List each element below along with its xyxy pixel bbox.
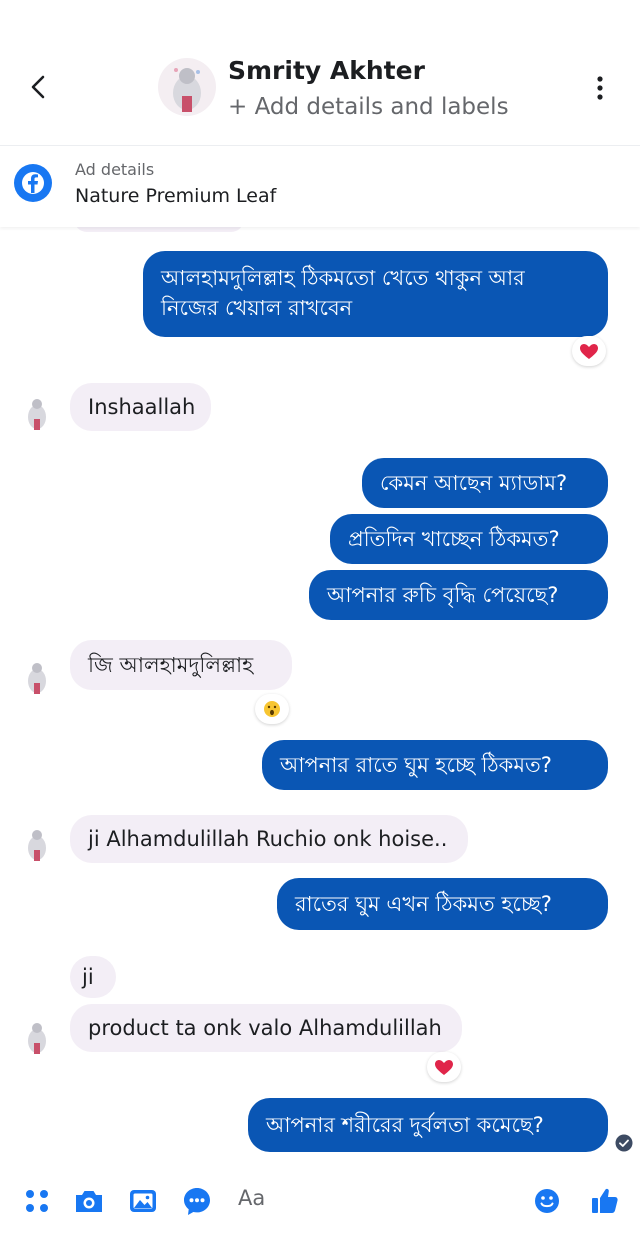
- contact-avatar-small: [28, 399, 46, 430]
- facebook-logo-icon: [14, 164, 52, 202]
- contact-name[interactable]: Smrity Akhter: [228, 56, 425, 85]
- message-composer: Aa: [0, 1170, 640, 1252]
- camera-icon[interactable]: [72, 1184, 106, 1218]
- more-options-icon[interactable]: [586, 74, 614, 102]
- message-text: ji Alhamdulillah Ruchio onk hoise..: [88, 827, 448, 851]
- message-text: আপনার রুচি বৃদ্ধি পেয়েছে?: [327, 583, 559, 607]
- heart-icon: [435, 1060, 453, 1075]
- message-line: আলহামদুলিল্লাহ ঠিকমতো খেতে থাকুন আর: [161, 266, 525, 290]
- ad-details-banner[interactable]: Ad details Nature Premium Leaf: [0, 145, 640, 227]
- message-text: Inshaallah: [88, 395, 196, 419]
- heart-reaction[interactable]: [427, 1052, 461, 1082]
- thumbs-up-icon[interactable]: [588, 1184, 622, 1218]
- outgoing-message[interactable]: আপনার রুচি বৃদ্ধি পেয়েছে?: [309, 570, 608, 620]
- contact-avatar-small: [28, 1023, 46, 1054]
- chat-bubble-icon[interactable]: [180, 1184, 214, 1218]
- back-arrow-icon[interactable]: [22, 70, 56, 104]
- incoming-message[interactable]: product ta onk valo Alhamdulillah: [70, 1004, 462, 1052]
- menu-dots-icon[interactable]: [20, 1184, 54, 1218]
- ad-product-title: Nature Premium Leaf: [75, 185, 277, 207]
- incoming-message[interactable]: জি আলহামদুলিল্লাহ: [70, 640, 292, 690]
- add-details-link[interactable]: + Add details and labels: [228, 94, 509, 120]
- ad-details-label: Ad details: [75, 160, 155, 179]
- outgoing-message[interactable]: প্রতিদিন খাচ্ছেন ঠিকমত?: [330, 514, 608, 564]
- emoji-icon[interactable]: [530, 1184, 564, 1218]
- heart-icon: [580, 344, 598, 359]
- contact-avatar-small: [28, 830, 46, 861]
- incoming-message[interactable]: Inshaallah: [70, 383, 211, 431]
- outgoing-message[interactable]: আপনার শরীরের দুর্বলতা কমেছে?: [248, 1098, 608, 1152]
- message-text: কেমন আছেন ম্যাডাম?: [380, 471, 568, 495]
- message-line: নিজের খেয়াল রাখবেন: [161, 296, 353, 320]
- message-text: জি আলহামদুলিল্লাহ: [88, 653, 254, 677]
- outgoing-message[interactable]: আলহামদুলিল্লাহ ঠিকমতো খেতে থাকুন আর নিজে…: [143, 251, 608, 337]
- outgoing-message[interactable]: রাতের ঘুম এখন ঠিকমত হচ্ছে?: [277, 878, 608, 930]
- conversation-header: Smrity Akhter + Add details and labels: [0, 0, 640, 145]
- message-input[interactable]: Aa: [226, 1178, 526, 1218]
- incoming-message[interactable]: ji Alhamdulillah Ruchio onk hoise..: [70, 815, 468, 863]
- contact-avatar-small: [28, 663, 46, 694]
- wow-emoji-icon: [264, 701, 280, 717]
- message-text: ji: [82, 965, 94, 989]
- message-text: রাতের ঘুম এখন ঠিকমত হচ্ছে?: [295, 892, 552, 916]
- outgoing-message[interactable]: কেমন আছেন ম্যাডাম?: [362, 458, 608, 508]
- wow-reaction[interactable]: [255, 694, 289, 724]
- delivered-check-icon: [615, 1134, 633, 1152]
- contact-avatar[interactable]: [158, 58, 216, 116]
- incoming-message[interactable]: ji: [70, 956, 116, 998]
- message-text: আপনার শরীরের দুর্বলতা কমেছে?: [266, 1113, 544, 1137]
- outgoing-message[interactable]: আপনার রাতে ঘুম হচ্ছে ঠিকমত?: [262, 740, 608, 790]
- heart-reaction[interactable]: [572, 336, 606, 366]
- message-text: আপনার রাতে ঘুম হচ্ছে ঠিকমত?: [280, 753, 552, 777]
- image-icon[interactable]: [126, 1184, 160, 1218]
- message-text: product ta onk valo Alhamdulillah: [88, 1016, 442, 1040]
- message-text: প্রতিদিন খাচ্ছেন ঠিকমত?: [348, 527, 560, 551]
